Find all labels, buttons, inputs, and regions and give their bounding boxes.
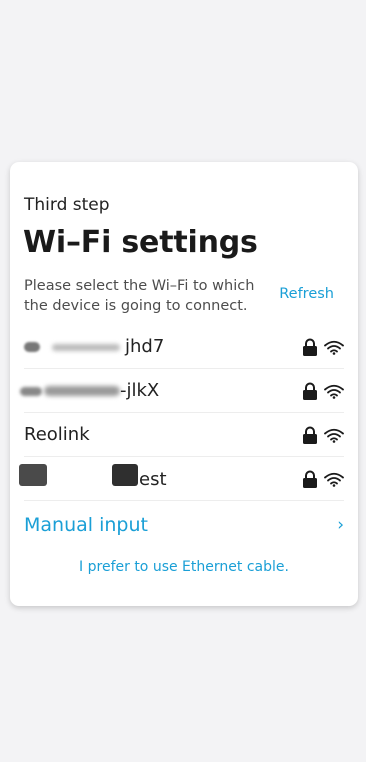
wifi-ssid: Reolink	[24, 424, 90, 445]
manual-input-button[interactable]: Manual input ›	[24, 502, 344, 542]
lock-icon	[303, 382, 317, 400]
redacted-ssid-blur	[20, 387, 42, 396]
wifi-network-item[interactable]: jhd7	[24, 325, 344, 369]
step-label: Third step	[24, 195, 110, 215]
ethernet-cable-link[interactable]: I prefer to use Ethernet cable.	[10, 559, 358, 575]
lock-icon	[303, 338, 317, 356]
refresh-button[interactable]: Refresh	[279, 286, 334, 302]
instruction-text: Please select the Wi–Fi to which the dev…	[24, 278, 255, 314]
wifi-network-item[interactable]: -jlkX	[20, 369, 344, 413]
wifi-icon	[324, 340, 344, 355]
redacted-ssid-blur	[52, 344, 120, 351]
wifi-ssid: est	[139, 469, 167, 490]
wifi-network-item[interactable]: Reolink	[24, 413, 344, 457]
wifi-settings-card: Third step Wi–Fi settings Please select …	[10, 162, 358, 606]
wifi-ssid: jhd7	[125, 336, 165, 357]
manual-input-label: Manual input	[24, 514, 148, 536]
wifi-ssid: -jlkX	[120, 380, 160, 401]
redacted-ssid-block	[19, 464, 47, 486]
wifi-network-list: jhd7 -jlkX Reolink est	[19, 325, 344, 501]
redacted-ssid-block	[112, 464, 138, 486]
redacted-ssid-blur	[24, 342, 40, 352]
wifi-network-item[interactable]: est	[19, 457, 344, 501]
wifi-icon	[324, 384, 344, 399]
lock-icon	[303, 470, 317, 488]
lock-icon	[303, 426, 317, 444]
redacted-ssid-blur	[44, 386, 120, 396]
page-title: Wi–Fi settings	[23, 225, 258, 260]
wifi-icon	[324, 428, 344, 443]
chevron-right-icon: ›	[337, 515, 344, 535]
wifi-icon	[324, 472, 344, 487]
